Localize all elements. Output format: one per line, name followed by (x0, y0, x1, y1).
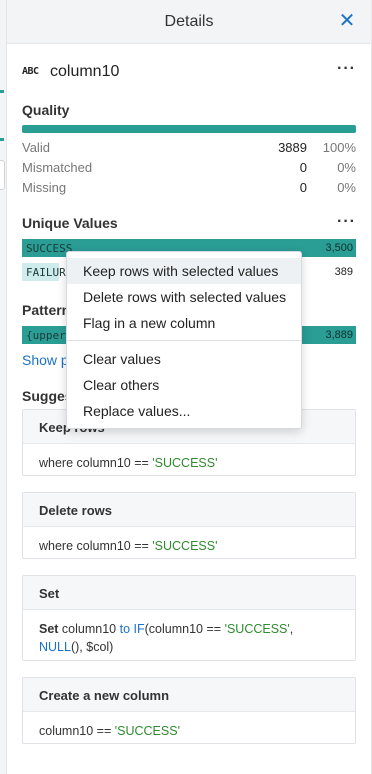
quality-label: Missing (22, 180, 67, 195)
function-name: NULL (39, 640, 71, 654)
quality-percent: 0% (337, 160, 356, 175)
left-strip (0, 0, 7, 774)
value-count: 389 (334, 266, 353, 278)
suggestion-card-set[interactable]: Set Set column10 to IF(column10 == 'SUCC… (22, 575, 356, 661)
code-text: (), $col) (70, 640, 114, 654)
quality-count: 0 (299, 160, 307, 175)
menu-item-clear-values[interactable]: Clear values (67, 346, 301, 372)
suggestion-body: column10 == 'SUCCESS' (23, 712, 355, 740)
unique-values-title: Unique Values (22, 215, 118, 231)
suggestion-body: where column10 == 'SUCCESS' (23, 527, 355, 555)
code-text: column10 (58, 622, 120, 636)
code-text: (column10 == (144, 622, 225, 636)
menu-item-delete-rows[interactable]: Delete rows with selected values (67, 284, 301, 310)
menu-item-keep-rows[interactable]: Keep rows with selected values (67, 258, 301, 284)
panel-title: Details (164, 13, 214, 30)
string-literal: 'SUCCESS' (224, 622, 290, 636)
value-context-menu: Keep rows with selected values Delete ro… (66, 251, 302, 429)
code-text: where column10 == (39, 456, 153, 470)
quality-label: Valid (22, 140, 50, 155)
suggestion-card-delete-rows[interactable]: Delete rows where column10 == 'SUCCESS' (22, 492, 356, 559)
panel-header: Details ✕ (7, 0, 371, 44)
quality-count: 0 (299, 180, 307, 195)
suggestion-body: Set column10 to IF(column10 == 'SUCCESS'… (23, 610, 355, 656)
quality-percent: 100% (322, 140, 356, 155)
column-header: ABC column10 ··· (22, 60, 356, 82)
menu-divider (67, 340, 301, 341)
suggestion-card-new-column[interactable]: Create a new column column10 == 'SUCCESS… (22, 677, 356, 744)
quality-row-valid[interactable]: Valid 3889 100% (22, 140, 356, 156)
suggestion-title: Set (23, 576, 355, 610)
quality-percent: 0% (337, 180, 356, 195)
menu-item-replace-values[interactable]: Replace values... (67, 398, 301, 424)
suggestion-title: Delete rows (23, 493, 355, 527)
keyword-to: to (119, 622, 131, 636)
unique-values-more-icon[interactable]: ··· (337, 213, 356, 231)
string-literal: 'SUCCESS' (152, 456, 218, 470)
string-literal: 'SUCCESS' (114, 724, 180, 738)
quality-row-mismatched[interactable]: Mismatched 0 0% (22, 160, 356, 176)
strip-handle[interactable] (0, 160, 5, 190)
function-name: IF (133, 622, 145, 636)
pattern-count: 3,889 (325, 329, 353, 341)
strip-marker (0, 90, 4, 93)
quality-title: Quality (22, 102, 70, 118)
string-literal: 'SUCCESS' (152, 539, 218, 553)
quality-count: 3889 (278, 140, 307, 155)
code-text: , (289, 622, 294, 636)
quality-row-missing[interactable]: Missing 0 0% (22, 180, 356, 196)
code-text: where column10 == (39, 539, 153, 553)
close-icon[interactable]: ✕ (337, 11, 357, 31)
quality-bar[interactable] (22, 125, 356, 133)
value-count: 3,500 (325, 242, 353, 254)
suggestion-body: where column10 == 'SUCCESS' (23, 444, 355, 472)
strip-marker (0, 138, 4, 141)
column-more-icon[interactable]: ··· (337, 60, 356, 78)
code-text: column10 == (39, 724, 115, 738)
menu-item-clear-others[interactable]: Clear others (67, 372, 301, 398)
quality-label: Mismatched (22, 160, 93, 175)
column-name: column10 (50, 63, 120, 80)
keyword: Set (39, 622, 59, 636)
string-type-icon: ABC (22, 66, 39, 77)
menu-item-flag-column[interactable]: Flag in a new column (67, 310, 301, 336)
suggestion-title: Create a new column (23, 678, 355, 712)
